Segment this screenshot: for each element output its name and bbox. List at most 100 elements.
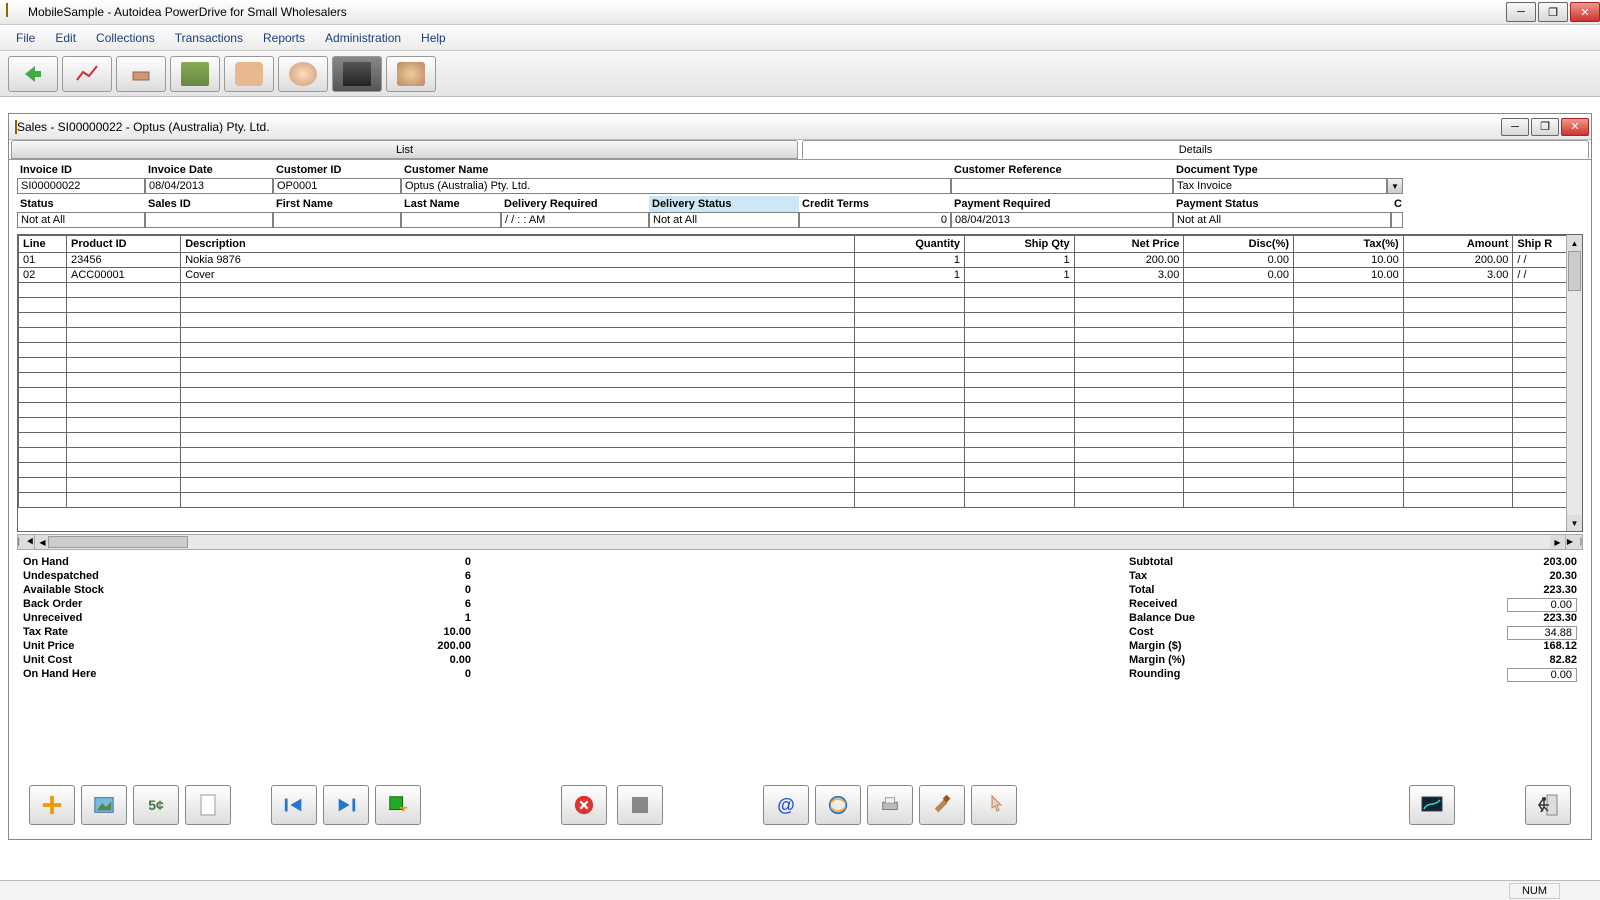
table-row[interactable] [19, 403, 1582, 418]
next-record-button[interactable] [323, 785, 369, 825]
header-row-2: Status Not at All Sales ID First Name La… [17, 196, 1583, 228]
col-description[interactable]: Description [181, 236, 855, 253]
table-row[interactable]: 0123456Nokia 987611200.000.0010.00200.00… [19, 253, 1582, 268]
payment-status-field[interactable]: Not at All [1173, 212, 1391, 228]
col-disc[interactable]: Disc(%) [1184, 236, 1294, 253]
child-minimize-button[interactable]: ─ [1501, 118, 1529, 136]
price-button[interactable]: 5¢ [133, 785, 179, 825]
table-row[interactable] [19, 448, 1582, 463]
invoice-id-field[interactable]: SI00000022 [17, 178, 145, 194]
table-row[interactable] [19, 358, 1582, 373]
customer-id-label: Customer ID [273, 162, 401, 178]
hand-button[interactable] [224, 56, 274, 92]
menu-reports[interactable]: Reports [253, 27, 315, 49]
delivery-status-field[interactable]: Not at All [649, 212, 799, 228]
table-row[interactable] [19, 313, 1582, 328]
menubar: File Edit Collections Transactions Repor… [0, 25, 1600, 51]
exit-button[interactable] [1525, 785, 1571, 825]
scroll-up-icon[interactable]: ▲ [1567, 235, 1582, 251]
money-button[interactable] [170, 56, 220, 92]
menu-edit[interactable]: Edit [45, 27, 86, 49]
tab-details[interactable]: Details [802, 140, 1589, 159]
table-row[interactable] [19, 433, 1582, 448]
col-quantity[interactable]: Quantity [855, 236, 965, 253]
table-row[interactable] [19, 343, 1582, 358]
document-button[interactable] [185, 785, 231, 825]
delivery-req-field[interactable]: / / : : AM [501, 212, 649, 228]
menu-collections[interactable]: Collections [86, 27, 165, 49]
back-button[interactable] [8, 56, 58, 92]
child-close-button[interactable]: ✕ [1561, 118, 1589, 136]
scroll-first-icon[interactable]: ⎸◀ [18, 535, 34, 549]
person-button[interactable] [278, 56, 328, 92]
print-button[interactable] [867, 785, 913, 825]
delivery-status-label: Delivery Status [649, 196, 799, 212]
grid-vscrollbar[interactable]: ▲ ▼ [1566, 235, 1582, 531]
maximize-button[interactable]: ❐ [1538, 2, 1568, 22]
email-button[interactable]: @ [763, 785, 809, 825]
table-row[interactable] [19, 463, 1582, 478]
credit-terms-field[interactable]: 0 [799, 212, 951, 228]
col-product-id[interactable]: Product ID [66, 236, 180, 253]
scroll-down-icon[interactable]: ▼ [1567, 515, 1582, 531]
col-net-price[interactable]: Net Price [1074, 236, 1184, 253]
cancel-button[interactable] [561, 785, 607, 825]
menu-file[interactable]: File [6, 27, 45, 49]
customer-name-label: Customer Name [401, 162, 951, 178]
last-name-field[interactable] [401, 212, 501, 228]
scroll-right-icon[interactable]: ▶ [1550, 535, 1566, 549]
menu-administration[interactable]: Administration [315, 27, 411, 49]
summary-left: On Hand0Undespatched6Available Stock0Bac… [17, 556, 477, 686]
col-amount[interactable]: Amount [1403, 236, 1513, 253]
invoice-date-field[interactable]: 08/04/2013 [145, 178, 273, 194]
status-field[interactable]: Not at All [17, 212, 145, 228]
table-row[interactable] [19, 388, 1582, 403]
doc-type-field[interactable]: Tax Invoice [1173, 178, 1387, 194]
user-button[interactable] [386, 56, 436, 92]
hammer-button[interactable] [919, 785, 965, 825]
pointer-button[interactable] [971, 785, 1017, 825]
invoice-id-label: Invoice ID [17, 162, 145, 178]
line-items-grid[interactable]: Line Product ID Description Quantity Shi… [17, 234, 1583, 532]
table-row[interactable] [19, 283, 1582, 298]
sales-id-field[interactable] [145, 212, 273, 228]
chart-button[interactable] [62, 56, 112, 92]
col-line[interactable]: Line [19, 236, 67, 253]
col-ship-qty[interactable]: Ship Qty [965, 236, 1075, 253]
table-row[interactable] [19, 298, 1582, 313]
table-row[interactable] [19, 373, 1582, 388]
payment-req-field[interactable]: 08/04/2013 [951, 212, 1173, 228]
doc-type-dropdown-icon[interactable]: ▼ [1387, 178, 1403, 194]
browser-button[interactable] [815, 785, 861, 825]
table-row[interactable] [19, 328, 1582, 343]
keyboard-button[interactable] [332, 56, 382, 92]
monitor-button[interactable] [1409, 785, 1455, 825]
table-row[interactable] [19, 478, 1582, 493]
add-button[interactable] [29, 785, 75, 825]
customer-name-field[interactable]: Optus (Australia) Pty. Ltd. [401, 178, 951, 194]
customer-ref-field[interactable] [951, 178, 1173, 194]
customer-id-field[interactable]: OP0001 [273, 178, 401, 194]
image-button[interactable] [81, 785, 127, 825]
child-restore-button[interactable]: ❐ [1531, 118, 1559, 136]
first-record-button[interactable] [271, 785, 317, 825]
menu-transactions[interactable]: Transactions [165, 27, 253, 49]
stop-button[interactable] [617, 785, 663, 825]
grid-hscrollbar[interactable]: ⎸◀ ◀ ▶ ▶⎹ [17, 534, 1583, 550]
vscroll-thumb[interactable] [1568, 251, 1581, 291]
tab-list[interactable]: List [11, 140, 798, 159]
first-name-field[interactable] [273, 212, 401, 228]
summary-row: Received0.00 [1123, 598, 1583, 612]
table-row[interactable]: 02ACC00001Cover113.000.0010.003.00/ / [19, 268, 1582, 283]
hscroll-thumb[interactable] [48, 536, 188, 548]
col-tax[interactable]: Tax(%) [1294, 236, 1404, 253]
table-row[interactable] [19, 493, 1582, 508]
new-line-button[interactable] [375, 785, 421, 825]
minimize-button[interactable]: ─ [1506, 2, 1536, 22]
scroll-last-icon[interactable]: ▶⎹ [1566, 535, 1582, 549]
close-button[interactable]: ✕ [1570, 2, 1600, 22]
extra-c-field[interactable] [1391, 212, 1403, 228]
table-row[interactable] [19, 418, 1582, 433]
product-button[interactable] [116, 56, 166, 92]
menu-help[interactable]: Help [411, 27, 456, 49]
